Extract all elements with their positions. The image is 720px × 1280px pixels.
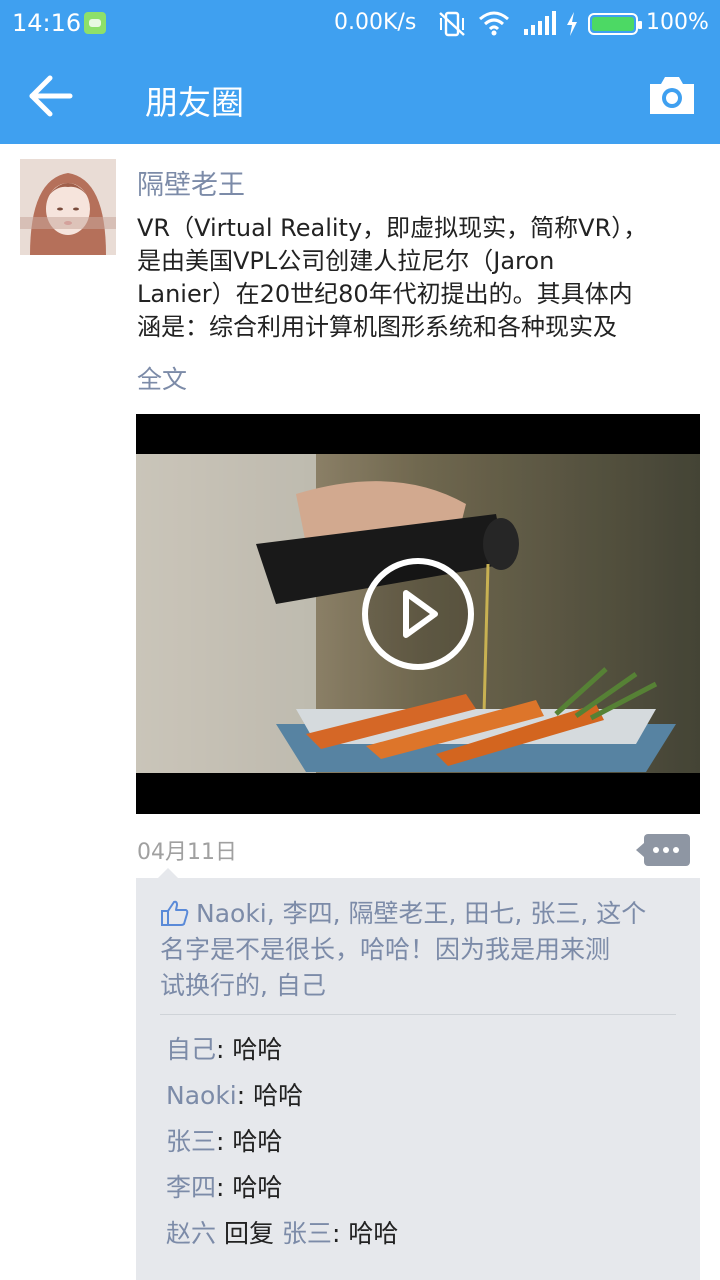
comment-text: 哈哈 [253,1081,304,1110]
more-button[interactable] [636,834,690,866]
signal-icon [524,11,556,35]
comment-text: 哈哈 [232,1035,283,1064]
battery-icon [588,13,642,35]
content-line: 涵是：综合利用计算机图形系统和各种现实及 [137,313,617,341]
likes-line: Naoki, 李四, 隔壁老王, 田七, 张三, 这个 [196,899,647,928]
comment-author[interactable]: 李四 [166,1173,216,1202]
play-circle-icon [362,558,474,670]
likes-line: 名字是不是很长，哈哈！因为我是用来测 [160,935,611,964]
likes-line: 试换行的, 自己 [160,971,326,1000]
video-player[interactable] [136,414,700,814]
comment-separator: : [216,1173,233,1202]
battery-percent: 100% [646,10,709,35]
post-content: VR（Virtual Reality，即虚拟现实，简称VR）， 是由美国VPL公… [137,212,697,344]
app-notification-icon [84,12,106,34]
comment-author[interactable]: Naoki [166,1081,237,1110]
page-title: 朋友圈 [145,83,244,122]
comment-item[interactable]: 张三: 哈哈 [166,1122,686,1168]
vibrate-off-icon [439,11,465,37]
post-author[interactable]: 隔壁老王 [137,163,245,202]
content-line: Lanier）在20世纪80年代初提出的。其具体内 [137,280,633,308]
comment-list: 自己: 哈哈 Naoki: 哈哈 张三: 哈哈 李四: 哈哈 赵六 回复 张三:… [166,1030,686,1260]
comment-text: 哈哈 [232,1173,283,1202]
toolbar: 朋友圈 [0,48,720,144]
post-date: 04月11日 [137,840,237,865]
comment-item[interactable]: 李四: 哈哈 [166,1168,686,1214]
more-dots-icon [653,847,659,853]
content-line: VR（Virtual Reality，即虚拟现实，简称VR）， [137,214,648,242]
interaction-panel: Naoki, 李四, 隔壁老王, 田七, 张三, 这个 名字是不是很长，哈哈！因… [136,868,700,1280]
thumbs-up-icon [161,900,189,926]
comment-item[interactable]: 自己: 哈哈 [166,1030,686,1076]
comment-item[interactable]: Naoki: 哈哈 [166,1076,686,1122]
comment-separator: : [216,1035,233,1064]
back-button[interactable] [26,72,78,120]
divider [160,1014,676,1015]
camera-button[interactable] [646,72,698,120]
comment-item[interactable]: 赵六 回复 张三: 哈哈 [166,1214,686,1260]
comment-reply-word: 回复 [216,1219,282,1248]
full-text-link[interactable]: 全文 [137,360,187,396]
avatar[interactable] [20,159,116,255]
comment-reply-target[interactable]: 张三 [282,1219,332,1248]
avatar-image [20,159,116,255]
comment-author[interactable]: 张三 [166,1127,216,1156]
comment-separator: : [331,1219,349,1248]
camera-icon [650,77,694,114]
status-time: 14:16 [12,9,82,37]
arrow-left-icon [29,75,73,117]
comment-separator: : [216,1127,233,1156]
status-bar: 14:16 0.00K/s 100% [0,0,720,48]
likes-list[interactable]: Naoki, 李四, 隔壁老王, 田七, 张三, 这个 名字是不是很长，哈哈！因… [160,896,680,1004]
wifi-icon [479,11,509,36]
charging-icon [567,12,577,36]
comment-author[interactable]: 赵六 [166,1219,216,1248]
content-line: 是由美国VPL公司创建人拉尼尔（Jaron [137,247,555,275]
comment-text: 哈哈 [232,1127,283,1156]
comment-separator: : [236,1081,254,1110]
comment-text: 哈哈 [348,1219,399,1248]
comment-author[interactable]: 自己 [166,1035,216,1064]
network-speed: 0.00K/s [334,10,417,35]
